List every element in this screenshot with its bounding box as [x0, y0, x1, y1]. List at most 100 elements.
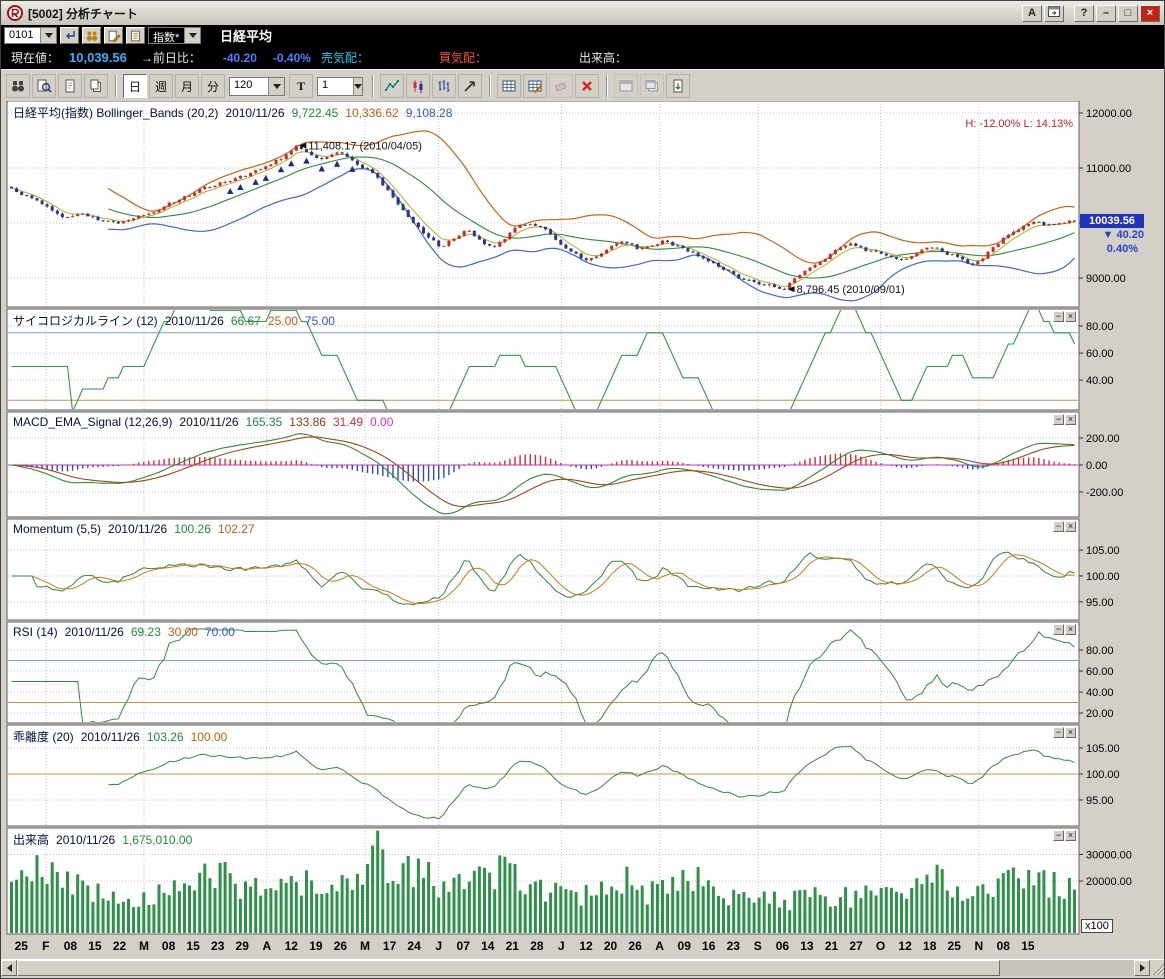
svg-text:20: 20	[604, 939, 618, 953]
compare-chart-button[interactable]	[458, 74, 482, 98]
window-resize-grip[interactable]	[1150, 960, 1165, 976]
scrollbar-thumb[interactable]	[17, 960, 1000, 976]
eraser-tool-button[interactable]	[549, 74, 573, 98]
symbol-code-value: 0101	[5, 28, 40, 43]
edit-chart-button[interactable]	[523, 74, 547, 98]
symbol-edit-button[interactable]	[104, 27, 123, 44]
panel-minimize-button[interactable]: −	[1053, 414, 1064, 425]
candlestick-chart-button[interactable]	[406, 74, 430, 98]
symbol-lookup-button[interactable]	[82, 27, 101, 44]
window-mode-icon	[1048, 6, 1060, 17]
ask-label: 売気配：	[321, 49, 369, 66]
panel-minimize-button[interactable]: −	[1053, 830, 1064, 841]
window-tile-button[interactable]	[614, 74, 638, 98]
svg-text:11000.00: 11000.00	[1086, 163, 1131, 175]
svg-text:200.00: 200.00	[1086, 433, 1120, 445]
scrollbar-track[interactable]	[17, 960, 1134, 976]
svg-text:105.00: 105.00	[1086, 545, 1120, 557]
help-button[interactable]: ?	[1074, 5, 1094, 22]
chevron-down-icon[interactable]	[353, 78, 362, 95]
svg-text:11,408.17 (2010/04/05): 11,408.17 (2010/04/05)	[308, 141, 422, 153]
svg-text:22: 22	[113, 939, 127, 953]
binoculars-gold-icon	[85, 29, 99, 43]
svg-text:A: A	[655, 939, 664, 953]
svg-text:15: 15	[1021, 939, 1035, 953]
svg-text:O: O	[876, 939, 885, 953]
toolbar-separator	[606, 75, 607, 97]
svg-text:06: 06	[776, 939, 790, 953]
svg-text:21: 21	[506, 939, 520, 953]
interval-value: 1	[318, 78, 353, 95]
svg-text:18: 18	[923, 939, 937, 953]
app-logo-icon	[7, 5, 23, 21]
chart-canvas[interactable]: 11,408.17 (2010/04/05)8,796.45 (2010/09/…	[1, 101, 1165, 959]
scroll-right-button[interactable]	[1134, 960, 1150, 976]
minimize-button[interactable]: –	[1096, 5, 1116, 22]
panel-close-button[interactable]: ×	[1065, 624, 1076, 635]
panel-close-button[interactable]: ×	[1065, 727, 1076, 738]
svg-text:28: 28	[530, 939, 544, 953]
scroll-left-button[interactable]	[1, 960, 17, 976]
panel-minimize-button[interactable]: −	[1053, 727, 1064, 738]
page-pencil-icon	[107, 29, 121, 43]
new-window-button[interactable]	[640, 74, 664, 98]
price-change-readout: ▼ 40.20	[1080, 229, 1144, 241]
symbol-bar: 0101 指数*	[1, 25, 1164, 46]
window-mode-button[interactable]	[1044, 5, 1064, 22]
symbol-category-select[interactable]: 指数*	[148, 27, 201, 44]
svg-text:09: 09	[678, 939, 692, 953]
current-price-marker: 10039.56	[1080, 214, 1144, 228]
chevron-down-icon[interactable]	[184, 28, 200, 43]
panel-minimize-button[interactable]: −	[1053, 624, 1064, 635]
line-chart-button[interactable]	[380, 74, 404, 98]
delete-drawing-button[interactable]	[575, 74, 599, 98]
copy-chart-button[interactable]	[58, 74, 82, 98]
panel-minimize-button[interactable]: −	[1053, 311, 1064, 322]
maximize-button[interactable]: □	[1118, 5, 1138, 22]
period-minute-button[interactable]: 分	[201, 74, 225, 98]
window-title: [5002] 分析チャート	[28, 5, 1020, 22]
bars-count-select[interactable]: 120	[229, 77, 285, 96]
font-size-button[interactable]: A	[1022, 5, 1042, 22]
chevron-down-icon[interactable]	[40, 28, 56, 43]
svg-text:08: 08	[64, 939, 78, 953]
chevron-down-icon[interactable]	[268, 78, 284, 95]
close-button[interactable]: ×	[1140, 5, 1160, 22]
save-layout-button[interactable]	[666, 74, 690, 98]
instrument-name: 日経平均	[220, 26, 272, 45]
interval-select[interactable]: 1	[317, 77, 363, 96]
zoom-tool-button[interactable]	[32, 74, 56, 98]
symbol-go-button[interactable]	[60, 27, 79, 44]
period-day-button[interactable]: 日	[123, 74, 147, 98]
period-month-button[interactable]: 月	[175, 74, 199, 98]
volume-label: 出来高：	[579, 49, 627, 66]
horizontal-scrollbar[interactable]	[1, 959, 1165, 977]
save-page-icon	[670, 78, 686, 94]
panel-minimize-button[interactable]: −	[1053, 521, 1064, 532]
svg-text:08: 08	[997, 939, 1011, 953]
search-tool-button[interactable]	[6, 74, 30, 98]
svg-text:12: 12	[285, 939, 299, 953]
period-week-button[interactable]: 週	[149, 74, 173, 98]
symbol-memo-button[interactable]	[126, 27, 145, 44]
magnifier-page-icon	[36, 78, 52, 94]
svg-text:-200.00: -200.00	[1086, 487, 1123, 499]
symbol-code-select[interactable]: 0101	[4, 27, 57, 44]
bar-chart-button[interactable]	[432, 74, 456, 98]
panel-close-button[interactable]: ×	[1065, 830, 1076, 841]
grid-settings-button[interactable]	[497, 74, 521, 98]
panel-close-button[interactable]: ×	[1065, 414, 1076, 425]
svg-text:14: 14	[481, 939, 495, 953]
svg-text:60.00: 60.00	[1086, 666, 1114, 678]
svg-text:60.00: 60.00	[1086, 348, 1114, 360]
diagonal-arrow-icon	[462, 78, 478, 94]
triangle-right-icon	[1140, 964, 1145, 972]
panel-close-button[interactable]: ×	[1065, 521, 1076, 532]
svg-text:100.00: 100.00	[1086, 571, 1120, 583]
panel-close-button[interactable]: ×	[1065, 311, 1076, 322]
eraser-icon	[553, 78, 569, 94]
copy-page-button[interactable]	[84, 74, 108, 98]
tick-mode-button[interactable]: T	[289, 74, 313, 98]
svg-text:19: 19	[309, 939, 323, 953]
svg-text:26: 26	[628, 939, 642, 953]
